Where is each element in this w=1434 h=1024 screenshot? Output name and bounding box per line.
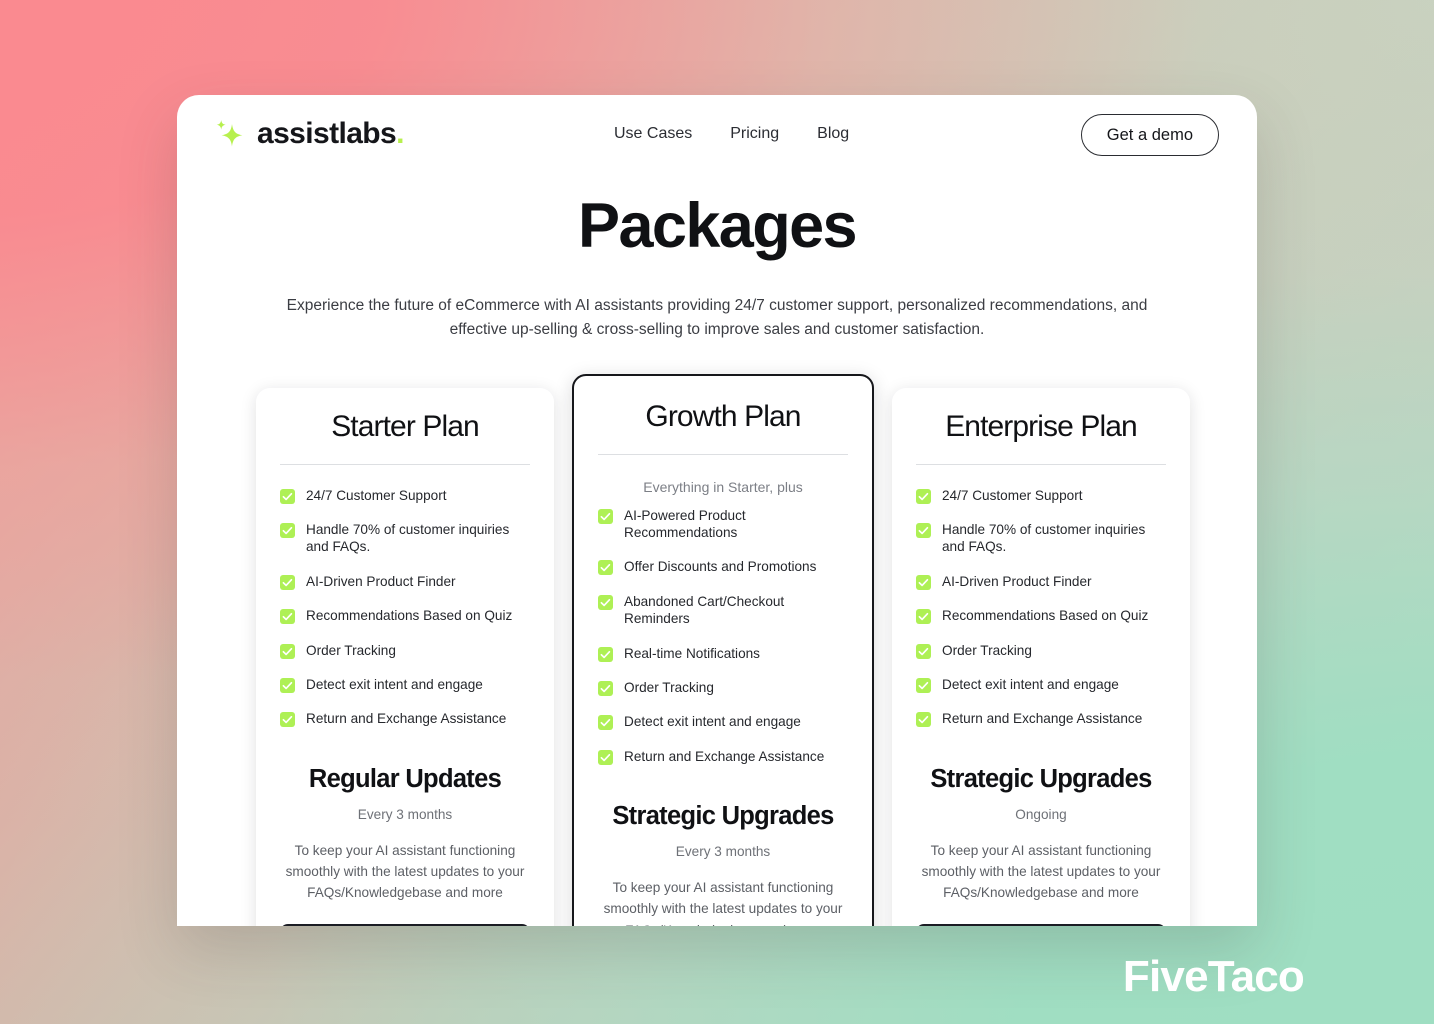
primary-nav: Use Cases Pricing Blog (614, 95, 849, 173)
list-item: AI-Powered Product Recommendations (598, 507, 848, 542)
check-icon (916, 643, 931, 659)
check-icon (280, 678, 295, 694)
list-item: Recommendations Based on Quiz (280, 607, 530, 625)
plan-card-starter: Starter Plan 24/7 Customer Support Handl… (256, 388, 554, 926)
site-panel: assistlabs. Use Cases Pricing Blog Get a… (177, 95, 1257, 926)
list-item: 24/7 Customer Support (280, 487, 530, 504)
check-icon (280, 523, 295, 539)
plan-feature-list: 24/7 Customer Support Handle 70% of cust… (280, 487, 530, 728)
check-icon (916, 488, 931, 504)
plan-title: Enterprise Plan (945, 410, 1138, 444)
plan-divider (916, 463, 1166, 465)
plan-card-enterprise: Enterprise Plan 24/7 Customer Support Ha… (892, 388, 1190, 926)
plan-card-growth: Growth Plan Everything in Starter, plus … (572, 374, 874, 926)
plan-feature-list: 24/7 Customer Support Handle 70% of cust… (916, 487, 1166, 728)
list-item: 24/7 Customer Support (916, 487, 1166, 504)
list-item: AI-Driven Product Finder (280, 573, 530, 590)
list-item: Detect exit intent and engage (280, 676, 530, 694)
plan-divider (598, 453, 848, 455)
list-item: Detect exit intent and engage (598, 713, 848, 731)
list-item: Recommendations Based on Quiz (916, 607, 1166, 625)
list-item: Return and Exchange Assistance (598, 748, 848, 765)
upgrade-title: Strategic Upgrades (612, 802, 834, 831)
upgrade-title: Regular Updates (308, 764, 502, 793)
plan-inherit-note: Everything in Starter, plus (643, 478, 803, 495)
brand-name: assistlabs. (257, 117, 404, 150)
list-item: Order Tracking (916, 642, 1166, 659)
check-icon (916, 574, 931, 590)
check-icon (598, 560, 613, 576)
plan-upgrade-block: Regular Updates Every 3 months To keep y… (280, 745, 530, 926)
plan-title: Starter Plan (331, 410, 480, 444)
nav-link-use-cases[interactable]: Use Cases (614, 125, 692, 143)
check-icon (280, 574, 295, 590)
list-item: Abandoned Cart/Checkout Reminders (598, 593, 848, 628)
list-item: Return and Exchange Assistance (916, 710, 1166, 728)
check-icon (598, 715, 613, 731)
nav-link-pricing[interactable]: Pricing (730, 125, 779, 143)
brand-logo[interactable]: assistlabs. (211, 117, 404, 151)
plan-upgrade-block: Strategic Upgrades Every 3 months To kee… (598, 782, 848, 926)
list-item: AI-Driven Product Finder (916, 573, 1166, 590)
check-icon (598, 646, 613, 662)
page-title: Packages (578, 191, 858, 261)
sparkle-icon (216, 120, 243, 147)
hero-subtitle: Experience the future of eCommerce with … (286, 297, 1148, 339)
plan-upgrade-block: Strategic Upgrades Ongoing To keep your … (916, 745, 1166, 926)
check-icon (916, 609, 931, 625)
hero-section: Packages Experience the future of eComme… (177, 173, 1257, 342)
pricing-cards: Starter Plan 24/7 Customer Support Handl… (177, 374, 1257, 926)
upgrade-description: To keep your AI assistant functioning sm… (921, 842, 1161, 901)
upgrade-frequency: Ongoing (1015, 806, 1067, 822)
check-icon (598, 508, 613, 524)
list-item: Handle 70% of customer inquiries and FAQ… (280, 521, 530, 556)
check-icon (598, 749, 613, 765)
plan-title: Growth Plan (645, 400, 801, 434)
brand-dot: . (396, 117, 404, 150)
check-icon (916, 712, 931, 728)
upgrade-description: To keep your AI assistant functioning sm… (603, 880, 843, 926)
list-item: Handle 70% of customer inquiries and FAQ… (916, 521, 1166, 556)
check-icon (280, 712, 295, 728)
upgrade-title: Strategic Upgrades (930, 764, 1152, 793)
check-icon (598, 681, 613, 697)
upgrade-description: To keep your AI assistant functioning sm… (285, 842, 525, 901)
get-a-demo-button[interactable]: Get a demo (1080, 114, 1219, 156)
upgrade-frequency: Every 3 months (357, 806, 453, 822)
plan-divider (280, 463, 530, 465)
list-item: Return and Exchange Assistance (280, 710, 530, 728)
list-item: Detect exit intent and engage (916, 676, 1166, 694)
list-item: Real-time Notifications (598, 645, 848, 662)
request-pricing-button[interactable]: Request Pricing (280, 924, 530, 926)
list-item: Offer Discounts and Promotions (598, 558, 848, 576)
plan-feature-list: AI-Powered Product Recommendations Offer… (598, 507, 848, 766)
site-header: assistlabs. Use Cases Pricing Blog Get a… (177, 95, 1257, 173)
fivetaco-watermark: FiveTaco (1122, 952, 1305, 1001)
check-icon (598, 594, 613, 610)
list-item: Order Tracking (598, 679, 848, 697)
check-icon (280, 488, 295, 504)
request-pricing-button[interactable]: Request Pricing (916, 924, 1166, 926)
check-icon (916, 523, 931, 539)
check-icon (280, 643, 295, 659)
list-item: Order Tracking (280, 642, 530, 659)
check-icon (916, 678, 931, 694)
nav-link-blog[interactable]: Blog (817, 125, 849, 143)
upgrade-frequency: Every 3 months (675, 844, 771, 860)
check-icon (280, 609, 295, 625)
